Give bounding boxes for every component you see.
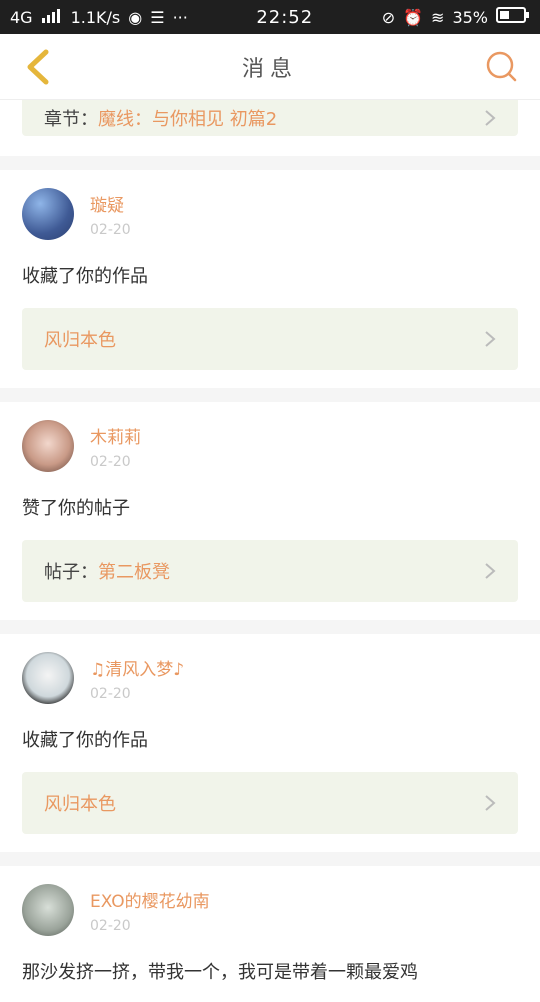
message-date: 02-20 xyxy=(90,685,131,702)
search-icon xyxy=(486,51,517,81)
message-reference[interactable]: 章节：魔线：与你相见 初篇2 xyxy=(22,100,518,136)
status-bar: 4G 1.1K/s ◉ ☰ ··· 22:52 ⊘ ⏰ ≋ 35% xyxy=(0,0,540,34)
wifi-icon: ≋ xyxy=(431,7,445,27)
message-date: 02-20 xyxy=(90,917,131,934)
message-card: 璇疑 02-20 收藏了你的作品 风归本色 xyxy=(0,170,540,388)
message-list[interactable]: 章节：魔线：与你相见 初篇2 璇疑 02-20 收藏了你的作品 风归本色 木莉莉… xyxy=(0,100,540,1002)
chevron-right-icon xyxy=(485,110,496,126)
speed-label: 1.1K/s xyxy=(70,7,121,27)
network-label: 4G xyxy=(10,7,33,27)
chevron-right-icon xyxy=(485,331,496,347)
message-text: 赞了你的帖子 xyxy=(22,498,130,519)
more-icon: ··· xyxy=(172,7,188,27)
message-card: 木莉莉 02-20 赞了你的帖子 帖子：第二板凳 xyxy=(0,402,540,620)
message-card: EXO的樱花幼南 02-20 那沙发挤一挤，带我一个，我可是带着一颗最爱鸡 xyxy=(0,866,540,1002)
message-card: ♫清风入梦♪ 02-20 收藏了你的作品 风归本色 xyxy=(0,634,540,852)
message-reference[interactable]: 帖子：第二板凳 xyxy=(22,540,518,602)
reference-value: 魔线：与你相见 初篇2 xyxy=(98,109,278,130)
reference-value: 风归本色 xyxy=(44,794,116,815)
username[interactable]: EXO的樱花幼南 xyxy=(90,887,210,912)
username[interactable]: ♫清风入梦♪ xyxy=(90,655,184,680)
reference-value: 第二板凳 xyxy=(98,562,170,583)
clock: 22:52 xyxy=(256,6,314,28)
database-icon: ☰ xyxy=(150,7,165,27)
nav-bar: 消息 xyxy=(0,34,540,100)
reference-value: 风归本色 xyxy=(44,330,116,351)
reference-prefix: 帖子： xyxy=(44,562,98,583)
message-reference[interactable]: 风归本色 xyxy=(22,308,518,370)
battery-label: 35% xyxy=(452,7,488,27)
globe-icon: ◉ xyxy=(128,7,143,27)
back-button[interactable] xyxy=(18,47,58,87)
avatar[interactable] xyxy=(22,188,74,240)
message-reference[interactable]: 风归本色 xyxy=(22,772,518,834)
username[interactable]: 璇疑 xyxy=(90,191,131,216)
mute-icon: ⊘ xyxy=(381,7,396,27)
message-date: 02-20 xyxy=(90,453,131,470)
chevron-right-icon xyxy=(485,795,496,811)
message-text: 收藏了你的作品 xyxy=(22,266,148,287)
avatar[interactable] xyxy=(22,884,74,936)
alarm-icon: ⏰ xyxy=(403,7,424,27)
username[interactable]: 木莉莉 xyxy=(90,423,141,448)
chevron-left-icon xyxy=(27,49,49,84)
chevron-right-icon xyxy=(485,563,496,579)
page-title: 消息 xyxy=(241,56,298,82)
message-date: 02-20 xyxy=(90,221,131,238)
message-text: 那沙发挤一挤，带我一个，我可是带着一颗最爱鸡 xyxy=(22,962,418,983)
signal-icon xyxy=(41,8,63,27)
reference-prefix: 章节： xyxy=(44,109,98,130)
avatar[interactable] xyxy=(22,420,74,472)
battery-icon xyxy=(496,7,530,27)
avatar[interactable] xyxy=(22,652,74,704)
message-card-partial: 章节：魔线：与你相见 初篇2 xyxy=(0,100,540,156)
search-button[interactable] xyxy=(482,47,522,87)
message-text: 收藏了你的作品 xyxy=(22,730,148,751)
